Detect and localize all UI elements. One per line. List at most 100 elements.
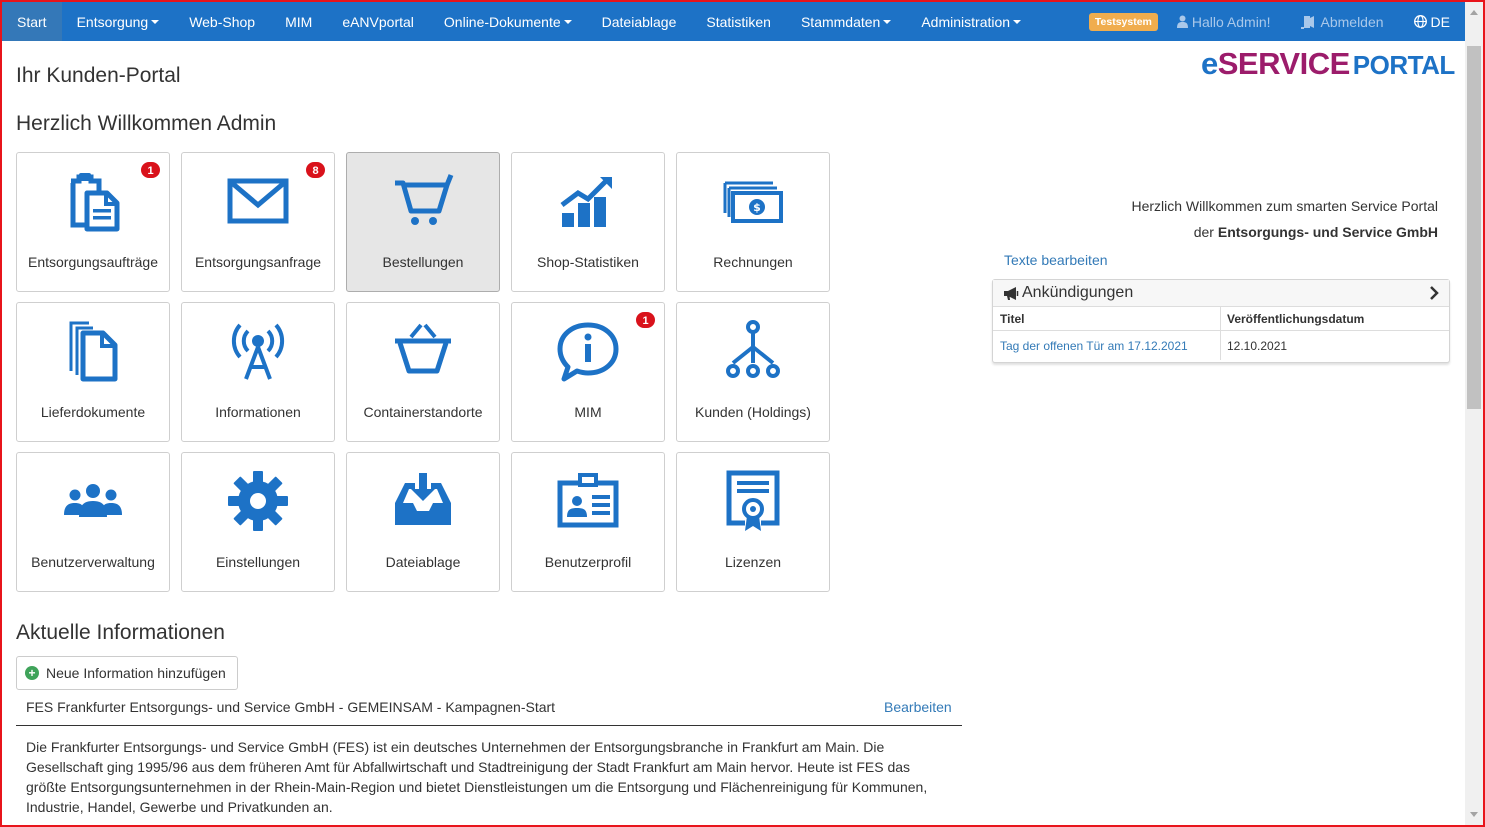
tile-label: MIM bbox=[574, 404, 602, 420]
tile-informationen[interactable]: Informationen bbox=[181, 302, 335, 442]
tile-einstellungen[interactable]: Einstellungen bbox=[181, 452, 335, 592]
tile-label: Rechnungen bbox=[713, 254, 793, 270]
tile-entsorgungsanfrage[interactable]: Entsorgungsanfrage 8 bbox=[181, 152, 335, 292]
tile-label: Einstellungen bbox=[215, 554, 301, 570]
shopping-cart-icon bbox=[391, 169, 455, 233]
documents-stack-icon bbox=[61, 319, 125, 383]
col-header-title: Titel bbox=[1000, 311, 1025, 326]
certificate-icon bbox=[721, 469, 785, 533]
eservice-portal-logo: eSERVICE PORTAL bbox=[1201, 46, 1455, 81]
table-row: Tag der offenen Tür am 17.12.2021 12.10.… bbox=[993, 332, 1449, 360]
notification-badge: 8 bbox=[305, 161, 326, 179]
scroll-up-icon[interactable] bbox=[1470, 10, 1478, 15]
nav-online-dokumente[interactable]: Online-Dokumente bbox=[429, 2, 587, 41]
hierarchy-icon bbox=[721, 319, 785, 383]
users-group-icon bbox=[61, 469, 125, 533]
caret-down-icon bbox=[563, 19, 572, 24]
chevron-right-icon[interactable] bbox=[1429, 286, 1439, 305]
tile-label: Containerstandorte bbox=[363, 404, 483, 420]
scroll-down-icon[interactable] bbox=[1470, 812, 1478, 817]
dashboard-tiles: Entsorgungsaufträge 1 Entsorgungsanfrage… bbox=[16, 152, 831, 592]
clipboard-document-icon bbox=[61, 169, 125, 233]
tile-shop-statistiken[interactable]: Shop-Statistiken bbox=[511, 152, 665, 292]
scroll-thumb[interactable] bbox=[1467, 46, 1481, 409]
intro-line-1: Herzlich Willkommen zum smarten Service … bbox=[1131, 198, 1438, 214]
chart-growth-icon bbox=[556, 169, 620, 233]
tile-mim[interactable]: MIM 1 bbox=[511, 302, 665, 442]
nav-mim[interactable]: MIM bbox=[270, 2, 327, 41]
svg-text:$: $ bbox=[753, 201, 761, 214]
edit-texts-link[interactable]: Texte bearbeiten bbox=[1004, 252, 1108, 268]
tile-label: Shop-Statistiken bbox=[537, 254, 639, 270]
notification-badge: 1 bbox=[140, 161, 161, 179]
news-heading: Aktuelle Informationen bbox=[16, 621, 225, 644]
welcome-heading: Herzlich Willkommen Admin bbox=[16, 112, 277, 135]
nav-language[interactable]: DE bbox=[1399, 2, 1465, 41]
nav-statistiken[interactable]: Statistiken bbox=[691, 2, 786, 41]
nav-entsorgung[interactable]: Entsorgung bbox=[62, 2, 175, 41]
divider bbox=[16, 725, 962, 726]
tile-label: Entsorgungsaufträge bbox=[28, 254, 158, 270]
tile-label: Kunden (Holdings) bbox=[695, 404, 811, 420]
nav-administration[interactable]: Administration bbox=[906, 2, 1036, 41]
news-item-title: FES Frankfurter Entsorgungs- und Service… bbox=[26, 699, 556, 715]
money-bills-icon: $ bbox=[721, 169, 785, 233]
nav-user-greeting[interactable]: Hallo Admin! bbox=[1162, 2, 1286, 41]
tile-bestellungen[interactable]: Bestellungen bbox=[346, 152, 500, 292]
nav-logout[interactable]: Abmelden bbox=[1286, 2, 1399, 41]
id-card-icon bbox=[556, 469, 620, 533]
tile-label: Lieferdokumente bbox=[40, 404, 146, 420]
tile-benutzerverwaltung[interactable]: Benutzerverwaltung bbox=[16, 452, 170, 592]
tile-label: Dateiablage bbox=[385, 554, 461, 570]
nav-stammdaten[interactable]: Stammdaten bbox=[786, 2, 906, 41]
tile-entsorgungsauftraege[interactable]: Entsorgungsaufträge 1 bbox=[16, 152, 170, 292]
inbox-download-icon bbox=[391, 469, 455, 533]
nav-eanvportal[interactable]: eANVportal bbox=[327, 2, 429, 41]
logout-icon bbox=[1300, 15, 1317, 29]
page-title: Ihr Kunden-Portal bbox=[16, 64, 181, 87]
tile-lieferdokumente[interactable]: Lieferdokumente bbox=[16, 302, 170, 442]
announcements-header[interactable]: Ankündigungen bbox=[993, 280, 1449, 307]
tile-rechnungen[interactable]: $ Rechnungen bbox=[676, 152, 830, 292]
caret-down-icon bbox=[1013, 19, 1022, 24]
basket-icon bbox=[391, 319, 455, 383]
add-information-button[interactable]: + Neue Information hinzufügen bbox=[16, 656, 238, 690]
intro-line-2: der Entsorgungs- und Service GmbH bbox=[1193, 224, 1438, 240]
nav-start[interactable]: Start bbox=[2, 2, 62, 41]
test-system-badge: Testsystem bbox=[1088, 12, 1158, 31]
tile-dateiablage[interactable]: Dateiablage bbox=[346, 452, 500, 592]
user-icon bbox=[1176, 15, 1188, 28]
globe-icon bbox=[1413, 15, 1427, 28]
caret-down-icon bbox=[151, 19, 160, 24]
announcement-date: 12.10.2021 bbox=[1227, 339, 1288, 353]
envelope-icon bbox=[226, 169, 290, 233]
tile-label: Bestellungen bbox=[382, 254, 464, 270]
tile-label: Informationen bbox=[215, 404, 301, 420]
caret-down-icon bbox=[883, 19, 892, 24]
announcement-title-link[interactable]: Tag der offenen Tür am 17.12.2021 bbox=[1000, 332, 1188, 360]
megaphone-icon bbox=[1003, 286, 1019, 300]
edit-news-link[interactable]: Bearbeiten bbox=[884, 699, 952, 715]
nav-dateiablage[interactable]: Dateiablage bbox=[587, 2, 692, 41]
tile-label: Benutzerprofil bbox=[544, 554, 632, 570]
announcements-panel: Ankündigungen Titel Veröffentlichungsdat… bbox=[992, 279, 1450, 363]
top-navbar: Start Entsorgung Web-Shop MIM eANVportal… bbox=[2, 2, 1465, 41]
tile-lizenzen[interactable]: Lizenzen bbox=[676, 452, 830, 592]
plus-circle-icon: + bbox=[25, 666, 39, 680]
nav-web-shop[interactable]: Web-Shop bbox=[174, 2, 270, 41]
tile-label: Benutzerverwaltung bbox=[31, 554, 155, 570]
news-body: Die Frankfurter Entsorgungs- und Service… bbox=[26, 739, 928, 815]
gear-icon bbox=[226, 469, 290, 533]
tile-kunden-holdings[interactable]: Kunden (Holdings) bbox=[676, 302, 830, 442]
tile-label: Lizenzen bbox=[724, 554, 782, 570]
tile-containerstandorte[interactable]: Containerstandorte bbox=[346, 302, 500, 442]
vertical-scrollbar[interactable] bbox=[1465, 2, 1483, 825]
col-header-date: Veröffentlichungsdatum bbox=[1227, 311, 1365, 326]
notification-badge: 1 bbox=[635, 311, 656, 329]
info-bubble-icon bbox=[556, 319, 620, 383]
announcements-table-header: Titel Veröffentlichungsdatum bbox=[993, 307, 1449, 331]
tile-benutzerprofil[interactable]: Benutzerprofil bbox=[511, 452, 665, 592]
tile-label: Entsorgungsanfrage bbox=[194, 254, 322, 270]
broadcast-tower-icon bbox=[226, 319, 290, 383]
